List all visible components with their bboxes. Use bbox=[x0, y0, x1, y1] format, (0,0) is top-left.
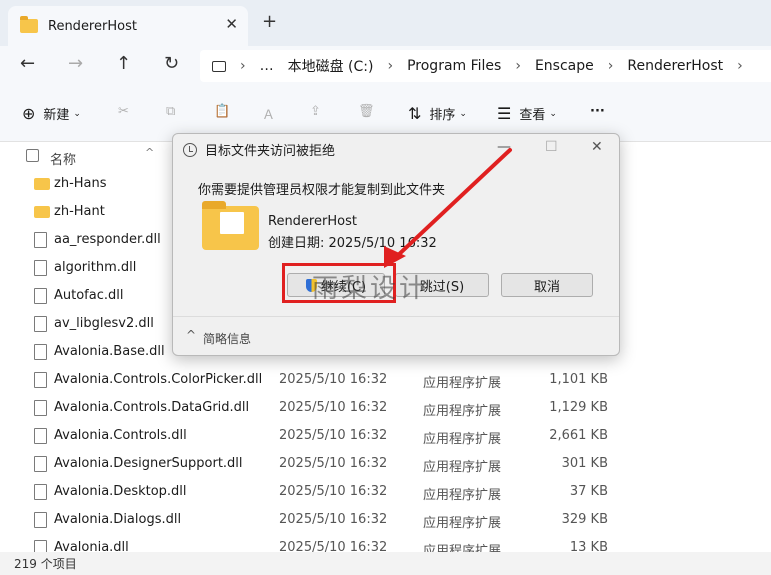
annotation-arrow bbox=[384, 148, 512, 268]
